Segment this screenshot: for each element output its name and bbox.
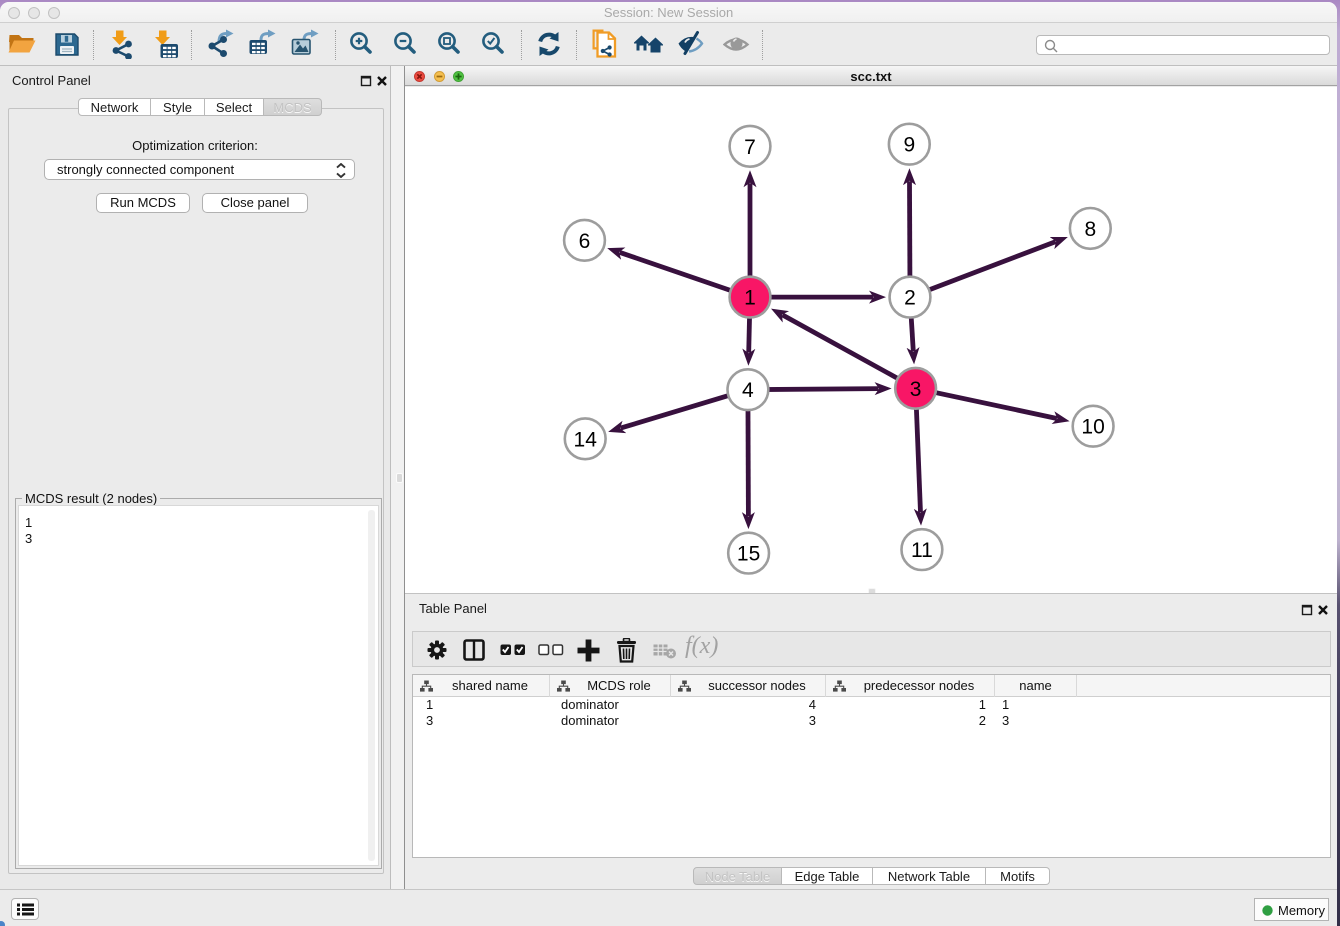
svg-text:15: 15 — [737, 543, 760, 566]
svg-text:14: 14 — [574, 428, 598, 451]
svg-text:11: 11 — [911, 539, 933, 562]
svg-text:6: 6 — [579, 230, 591, 253]
svg-text:3: 3 — [910, 378, 922, 401]
svg-text:10: 10 — [1081, 416, 1104, 439]
svg-text:9: 9 — [903, 134, 915, 157]
svg-text:8: 8 — [1084, 218, 1096, 241]
svg-text:2: 2 — [904, 287, 916, 310]
svg-text:1: 1 — [744, 287, 756, 310]
svg-text:4: 4 — [742, 379, 754, 402]
svg-text:7: 7 — [744, 136, 756, 159]
